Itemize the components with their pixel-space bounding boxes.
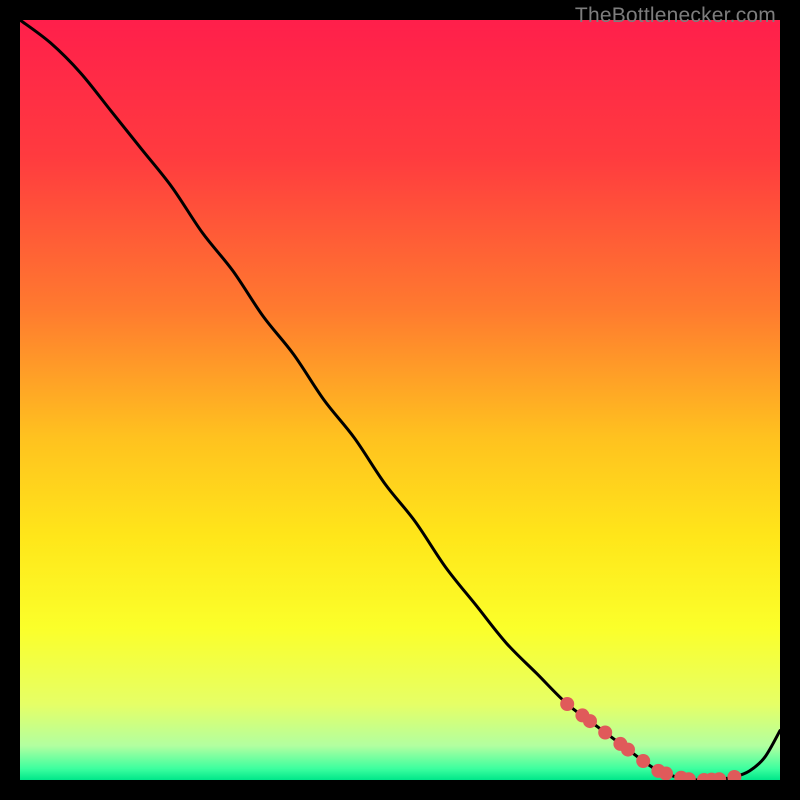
data-marker [659, 767, 673, 780]
data-marker [598, 726, 612, 740]
data-marker [560, 697, 574, 711]
plot-svg [20, 20, 780, 780]
data-marker [636, 754, 650, 768]
plot-area [20, 20, 780, 780]
chart-stage: TheBottlenecker.com [0, 0, 800, 800]
data-marker [621, 743, 635, 757]
data-marker [583, 714, 597, 728]
watermark-text: TheBottlenecker.com [575, 4, 776, 28]
gradient-background [20, 20, 780, 780]
